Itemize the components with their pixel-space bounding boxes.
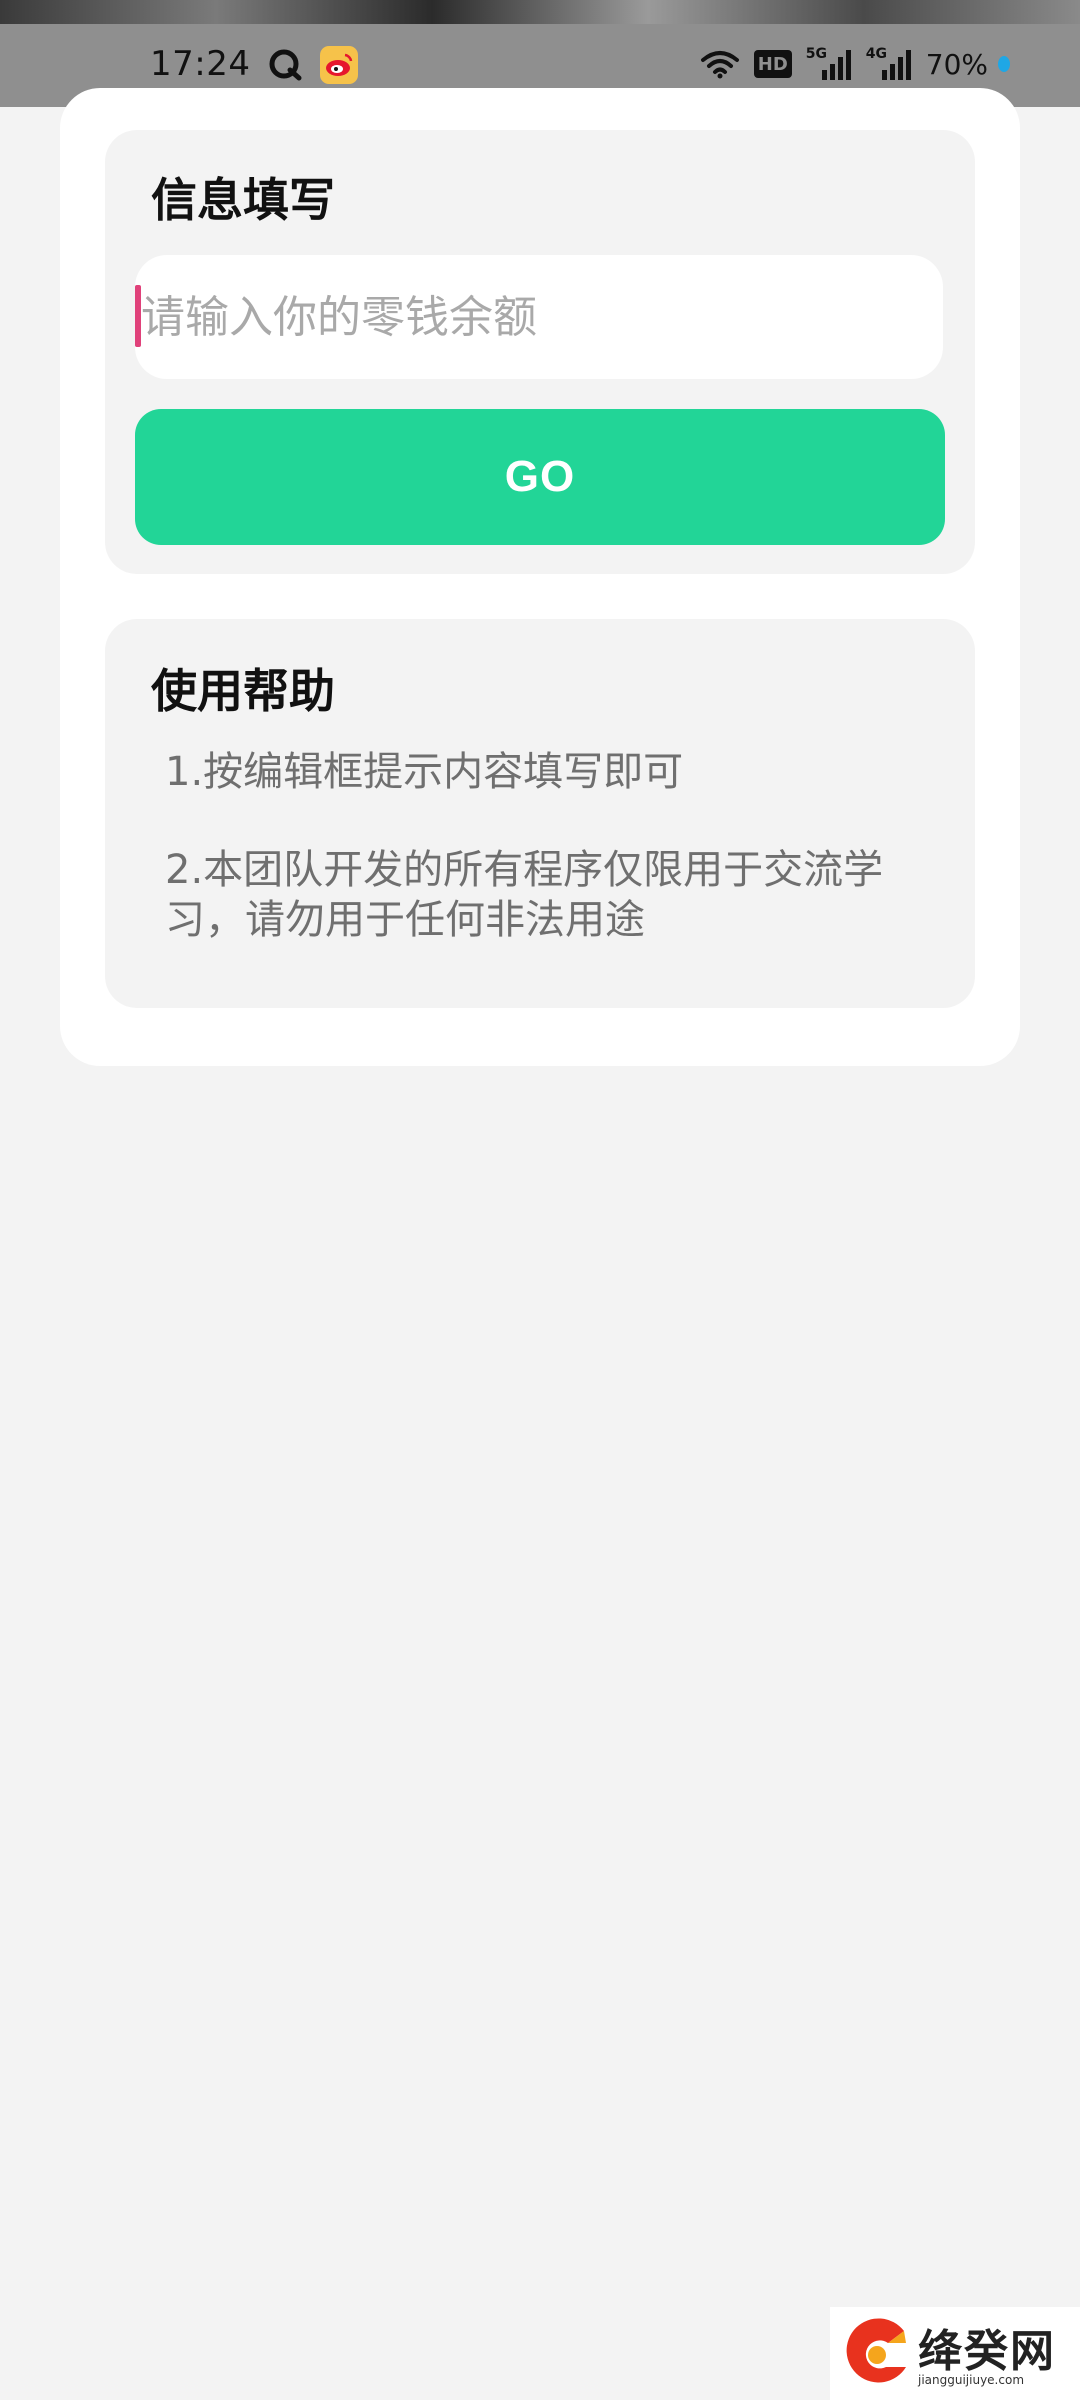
help-title: 使用帮助 (151, 664, 335, 718)
info-panel: 信息填写 GO (105, 130, 975, 574)
weibo-icon (320, 46, 358, 84)
balance-input[interactable] (135, 255, 943, 379)
help-panel: 使用帮助 1.按编辑框提示内容填写即可 2.本团队开发的所有程序仅限用于交流学习… (105, 619, 975, 1008)
watermark: 绛癸网 jiangguijiuye.com (830, 2307, 1080, 2400)
wifi-icon (700, 51, 739, 79)
watermark-name: 绛癸网 (918, 2326, 1056, 2377)
signal-5g-icon: 5G (806, 46, 852, 82)
battery-level: 70% (925, 47, 988, 81)
help-item: 1.按编辑框提示内容填写即可 (165, 749, 684, 795)
hd-icon: HD (753, 50, 792, 78)
signal-4g-icon: 4G (866, 46, 912, 82)
help-item: 2.本团队开发的所有程序仅限用于交流学习，请勿用于任何非法用途 (165, 847, 884, 943)
status-time: 17:24 (150, 44, 251, 84)
battery-dot-icon (998, 56, 1010, 72)
go-button[interactable]: GO (135, 409, 945, 545)
q-app-icon (269, 49, 302, 81)
status-right-group: HD 5G 4G 70% (700, 42, 1010, 86)
text-cursor (135, 285, 141, 347)
watermark-logo-icon (846, 2318, 906, 2383)
info-title: 信息填写 (151, 173, 335, 227)
watermark-url: jiangguijiuye.com (918, 2373, 1025, 2387)
top-photo-strip (0, 0, 1080, 24)
